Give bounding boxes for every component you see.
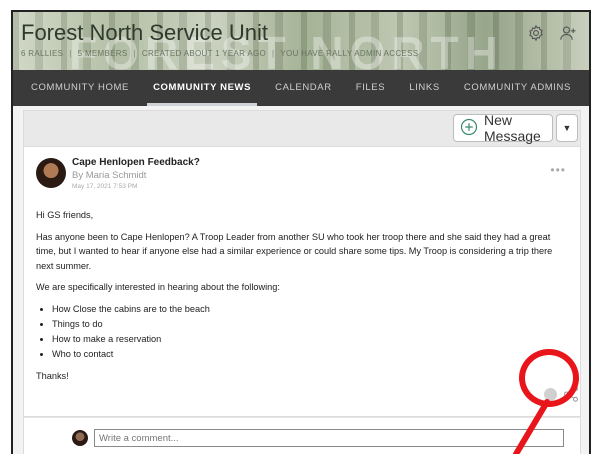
members-count: 5 MEMBERS [77, 49, 128, 58]
nav-community-news[interactable]: COMMUNITY NEWS [147, 70, 258, 106]
plus-circle-icon [460, 118, 478, 139]
list-item: How Close the cabins are to the beach [52, 302, 570, 317]
meta-divider: | [69, 49, 72, 58]
post-list: How Close the cabins are to the beach Th… [52, 302, 570, 362]
comment-input[interactable] [94, 429, 564, 447]
community-nav: COMMUNITY HOME COMMUNITY NEWS CALENDAR F… [13, 70, 589, 106]
meta-divider: | [272, 49, 275, 58]
created-info: CREATED ABOUT 1 YEAR AGO [141, 49, 267, 58]
rallies-count: 6 RALLIES [21, 49, 64, 58]
header-actions [527, 24, 577, 47]
meta-divider: | [133, 49, 136, 58]
post-greeting: Hi GS friends, [36, 210, 94, 220]
nav-links[interactable]: LINKS [403, 70, 445, 106]
post-paragraph: Has anyone been to Cape Henlopen? A Troo… [36, 231, 553, 271]
community-meta: 6 RALLIES | 5 MEMBERS | CREATED ABOUT 1 … [21, 49, 418, 58]
post-closing: Thanks! [36, 370, 69, 381]
post-paragraph: We are specifically interested in hearin… [36, 282, 280, 292]
community-header: FOREST NORTH Forest North Service Unit 6… [13, 12, 589, 70]
community-page: FOREST NORTH Forest North Service Unit 6… [11, 10, 591, 454]
user-avatar [72, 430, 88, 446]
new-message-label: New Message [484, 112, 541, 144]
comment-bar [23, 417, 581, 454]
new-message-dropdown[interactable]: ▼ [556, 114, 578, 142]
nav-community-home[interactable]: COMMUNITY HOME [25, 70, 135, 106]
nav-files[interactable]: FILES [350, 70, 391, 106]
admin-access-info: YOU HAVE RALLY ADMIN ACCESS [280, 49, 419, 58]
list-item: Things to do [52, 317, 570, 332]
nav-calendar[interactable]: CALENDAR [269, 70, 338, 106]
author-avatar[interactable] [36, 158, 66, 188]
community-title: Forest North Service Unit [21, 20, 268, 45]
post-author[interactable]: By Maria Schmidt [72, 170, 146, 181]
post-date: May 17, 2021 7:53 PM [72, 183, 138, 190]
post-title[interactable]: Cape Henlopen Feedback? [72, 157, 200, 168]
news-toolbar: New Message ▼ [23, 110, 581, 147]
list-item: How to make a reservation [52, 332, 570, 347]
post-body: Hi GS friends, Has anyone been to Cape H… [36, 208, 570, 390]
gear-icon[interactable] [527, 24, 545, 47]
new-message-button[interactable]: New Message [453, 112, 553, 144]
chevron-down-icon: ▼ [562, 123, 572, 133]
highlight-circle [519, 349, 579, 407]
add-user-icon[interactable] [559, 24, 577, 47]
news-post: Cape Henlopen Feedback? By Maria Schmidt… [23, 147, 581, 417]
more-options-icon[interactable]: ••• [550, 163, 566, 177]
list-item: Who to contact [52, 347, 570, 362]
nav-community-admins[interactable]: COMMUNITY ADMINS [458, 70, 577, 106]
